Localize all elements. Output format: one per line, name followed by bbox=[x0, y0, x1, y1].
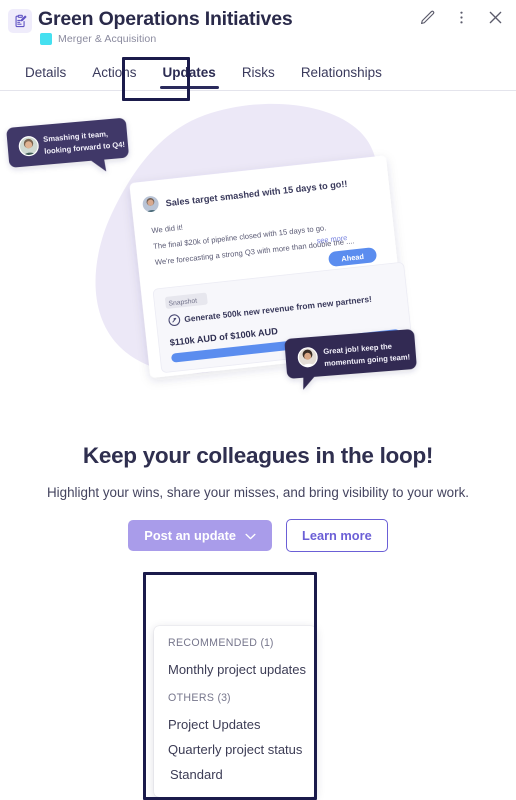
post-an-update-button[interactable]: Post an update bbox=[128, 520, 273, 551]
page-title: Green Operations Initiatives bbox=[38, 8, 293, 30]
empty-state-headline: Keep your colleagues in the loop! bbox=[82, 443, 434, 468]
tag-color-swatch bbox=[40, 33, 52, 45]
dropdown-group-label-recommended: RECOMMENDED (1) bbox=[154, 637, 316, 649]
tab-actions[interactable]: Actions bbox=[79, 61, 149, 90]
tab-relationships[interactable]: Relationships bbox=[288, 61, 395, 90]
cta-row: Post an update Learn more bbox=[0, 519, 516, 552]
updates-illustration: Sales target smashed with 15 days to go!… bbox=[0, 97, 516, 437]
group-count-text: (3) bbox=[217, 692, 231, 704]
tab-risks[interactable]: Risks bbox=[229, 61, 288, 90]
dropdown-spacer bbox=[154, 682, 316, 692]
more-options-icon[interactable] bbox=[450, 6, 472, 28]
tab-bar: Details Actions Updates Risks Relationsh… bbox=[0, 57, 516, 101]
updates-panel: Green Operations Initiatives Merger & Ac… bbox=[0, 0, 516, 800]
group-label-text: RECOMMENDED bbox=[168, 637, 258, 649]
dropdown-item-project-updates[interactable]: Project Updates bbox=[154, 712, 316, 737]
post-an-update-label: Post an update bbox=[144, 528, 237, 543]
category-tag: Merger & Acquisition bbox=[38, 33, 292, 45]
close-icon[interactable] bbox=[484, 6, 506, 28]
title-block: Green Operations Initiatives Merger & Ac… bbox=[38, 6, 293, 45]
dropdown-group-label-others: OTHERS (3) bbox=[154, 692, 316, 704]
chevron-down-icon bbox=[245, 528, 256, 543]
post-update-dropdown-menu: RECOMMENDED (1) Monthly project updates … bbox=[154, 626, 316, 797]
dropdown-item-monthly-project-updates[interactable]: Monthly project updates bbox=[154, 657, 316, 682]
clipboard-pencil-icon bbox=[8, 9, 32, 33]
panel-header: Green Operations Initiatives Merger & Ac… bbox=[0, 0, 516, 45]
group-label-text: OTHERS bbox=[168, 692, 215, 704]
dropdown-item-quarterly-project-status[interactable]: Quarterly project status bbox=[154, 737, 316, 762]
dropdown-item-standard[interactable]: Standard bbox=[154, 762, 316, 787]
tab-details[interactable]: Details bbox=[12, 61, 79, 90]
empty-state-copy: Keep your colleagues in the loop! Highli… bbox=[0, 441, 516, 503]
tag-label: Merger & Acquisition bbox=[58, 33, 157, 45]
learn-more-button[interactable]: Learn more bbox=[286, 519, 388, 552]
tab-updates[interactable]: Updates bbox=[150, 61, 229, 90]
empty-state-subhead: Highlight your wins, share your misses, … bbox=[47, 485, 469, 500]
illustration-svg: Sales target smashed with 15 days to go!… bbox=[6, 103, 417, 390]
header-actions bbox=[416, 6, 506, 28]
group-count-text: (1) bbox=[260, 637, 274, 649]
edit-icon[interactable] bbox=[416, 6, 438, 28]
